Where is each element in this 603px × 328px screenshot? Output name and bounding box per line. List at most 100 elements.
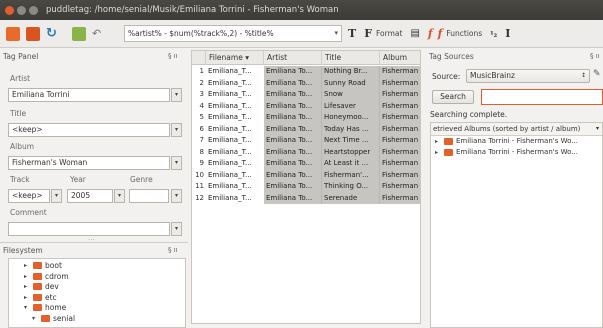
cell-artist[interactable]: Emiliana To... [264,100,322,112]
cell-artist[interactable]: Emiliana To... [264,123,322,135]
table-row[interactable]: 6 Emiliana_T... Emiliana To... Today Has ..… [192,123,420,136]
cell-album[interactable]: Fisherman [380,123,420,135]
cell-filename[interactable]: Emiliana_T... [206,101,264,113]
undo-icon[interactable]: ↶ [92,27,106,41]
column-header-artist[interactable]: Artist [264,51,322,65]
minimize-window-button[interactable] [17,5,26,15]
track-dropdown-icon[interactable]: ▾ [51,189,62,203]
cell-title[interactable]: Sunny Road [322,77,380,89]
cell-artist[interactable]: Emiliana To... [264,89,322,101]
tag-panel-dock-icon[interactable]: § ıı [168,52,178,60]
configure-icon[interactable]: ✎ [593,69,601,79]
cell-n[interactable]: 7 [192,135,206,147]
tree-item[interactable]: ▸ boot [24,261,62,270]
chevron-down-icon[interactable]: ▾ [334,26,338,41]
tag-to-file-icon[interactable]: T [348,27,356,40]
open-folder-icon[interactable] [6,26,20,41]
table-row[interactable]: 1 Emiliana_T... Emiliana To... Nothing Br..… [192,66,420,78]
table-row[interactable]: 11 Emiliana_T... Emiliana To... Thinking O.… [192,181,420,193]
column-header-filename[interactable]: Filename ▾ [206,51,264,65]
table-row[interactable]: 5 Emiliana_T... Emiliana To... Honeymoo... F… [192,112,420,124]
year-field[interactable]: 2005 [67,189,113,203]
cell-album[interactable]: Fisherman [380,66,420,78]
file-to-tag-icon[interactable]: F [364,27,372,40]
add-folder-icon[interactable] [26,26,40,41]
albums-list-header[interactable]: etrieved Albums (sorted by artist / albu… [431,123,602,136]
cell-artist[interactable]: Emiliana To... [264,66,322,78]
table-row[interactable]: 3 Emiliana_T... Emiliana To... Snow Fisherma… [192,89,420,101]
album-item[interactable]: ▸ Emiliana Torrini - Fisherman's Wo... [431,136,602,147]
cell-title[interactable]: Nothing Br... [322,66,380,78]
cell-artist[interactable]: Emiliana To... [264,158,322,170]
quick-actions-icon[interactable]: ▤ [410,28,419,39]
cell-album[interactable]: Fisherman [380,158,420,170]
table-row[interactable]: 4 Emiliana_T... Emiliana To... Lifesaver Fis… [192,100,420,113]
cell-title[interactable]: Serenade [322,192,380,204]
info-icon[interactable]: I [505,27,510,40]
cell-title[interactable]: Snow [322,89,380,101]
collapsed-arrow-icon[interactable]: ▸ [435,136,441,147]
cell-filename[interactable]: Emiliana_T... [206,170,264,182]
artist-field[interactable]: Emiliana Torrini [8,88,170,102]
cell-n[interactable]: 5 [192,112,206,124]
sort-icon[interactable]: ¹₂ [490,29,497,39]
cell-album[interactable]: Fisherman [380,192,420,204]
collapsed-arrow-icon[interactable]: ▸ [24,273,30,280]
close-window-button[interactable] [5,5,14,15]
cell-n[interactable]: 8 [192,147,206,159]
function-icon[interactable]: f [428,27,433,40]
collapsed-arrow-icon[interactable]: ▸ [24,262,30,269]
cell-title[interactable]: At Least it ... [322,158,380,170]
refresh-icon[interactable]: ↻ [46,26,60,41]
track-field[interactable]: <keep> [8,189,50,203]
table-row[interactable]: 10 Emiliana_T... Emiliana To... Fisherman'.… [192,169,420,182]
cell-album[interactable]: Fisherman [380,112,420,124]
cell-filename[interactable]: Emiliana_T... [206,193,264,205]
cell-filename[interactable]: Emiliana_T... [206,158,264,170]
cell-title[interactable]: Thinking O... [322,181,380,193]
search-button[interactable]: Search [432,90,474,104]
cell-n[interactable]: 6 [192,124,206,136]
cell-album[interactable]: Fisherman [380,89,420,101]
cell-artist[interactable]: Emiliana To... [264,181,322,193]
album-field[interactable]: Fisherman's Woman [8,156,170,170]
tree-item[interactable]: ▸ etc [24,293,57,302]
cell-album[interactable]: Fisherman [380,169,420,181]
title-dropdown-icon[interactable]: ▾ [171,123,182,137]
expanded-arrow-icon[interactable]: ▾ [24,304,30,311]
comment-dropdown-icon[interactable]: ▾ [171,222,182,236]
cell-n[interactable]: 12 [192,193,206,205]
cell-filename[interactable]: Emiliana_T... [206,181,264,193]
search-input[interactable] [481,89,603,105]
cell-artist[interactable]: Emiliana To... [264,112,322,124]
collapsed-arrow-icon[interactable]: ▸ [24,283,30,290]
cell-artist[interactable]: Emiliana To... [264,77,322,89]
cell-filename[interactable]: Emiliana_T... [206,124,264,136]
cell-n[interactable]: 1 [192,66,206,78]
functions-icon[interactable]: f [438,27,443,40]
comment-field[interactable] [8,222,170,236]
table-row[interactable]: 9 Emiliana_T... Emiliana To... At Least it … [192,158,420,170]
pattern-input[interactable]: %artist% - $num(%track%,2) - %title% ▾ [124,25,342,42]
expanded-arrow-icon[interactable]: ▾ [32,315,38,322]
table-row[interactable]: 8 Emiliana_T... Emiliana To... Heartstopper… [192,146,420,159]
tree-item[interactable]: ▸ dev [24,282,59,291]
cell-filename[interactable]: Emiliana_T... [206,66,264,78]
cell-title[interactable]: Today Has ... [322,123,380,135]
cell-album[interactable]: Fisherman [380,100,420,112]
artist-dropdown-icon[interactable]: ▾ [171,88,182,102]
functions-button[interactable]: Functions [446,29,482,38]
cell-n[interactable]: 4 [192,101,206,113]
format-button[interactable]: Format [376,29,402,38]
cell-n[interactable]: 10 [192,170,206,182]
source-select[interactable]: MusicBrainz ↕ [466,69,590,83]
collapsed-arrow-icon[interactable]: ▸ [435,147,441,158]
cell-n[interactable]: 11 [192,181,206,193]
tree-item[interactable]: ▸ cdrom [24,272,69,281]
cell-filename[interactable]: Emiliana_T... [206,78,264,90]
genre-field[interactable] [129,189,169,203]
table-row[interactable]: 7 Emiliana_T... Emiliana To... Next Time ..… [192,135,420,147]
cell-artist[interactable]: Emiliana To... [264,169,322,181]
cell-n[interactable]: 3 [192,89,206,101]
filesystem-dock-icon[interactable]: § ıı [168,246,178,254]
